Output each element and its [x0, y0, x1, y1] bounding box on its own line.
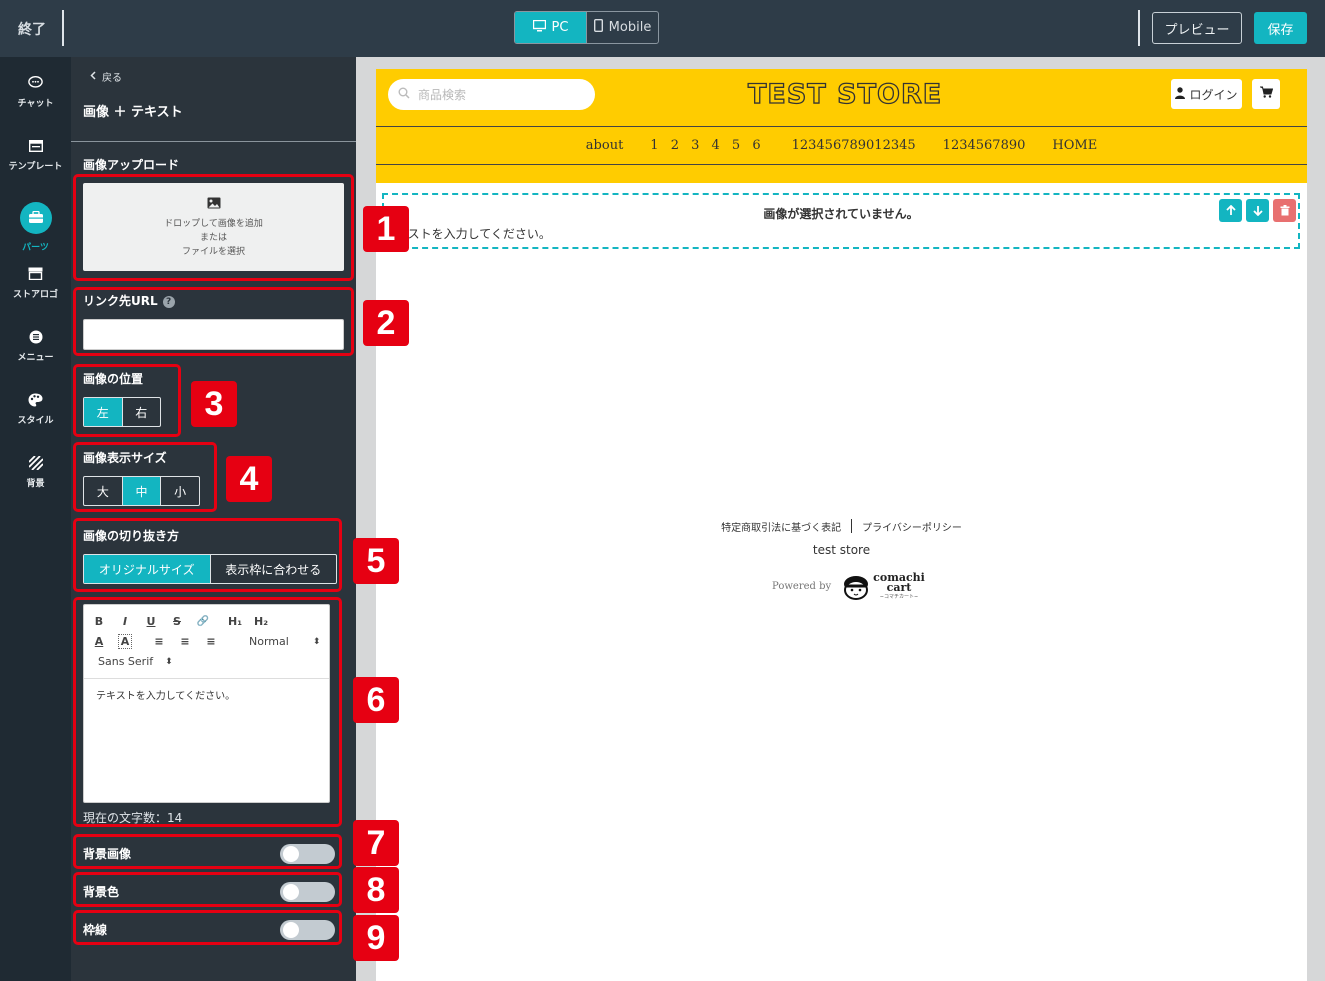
user-icon	[1175, 86, 1186, 102]
move-down-button[interactable]	[1246, 199, 1269, 222]
move-up-button[interactable]	[1219, 199, 1242, 222]
store-header: 商品検索 TEST STORE ログイン about 1 2 3 4 5 6 1…	[376, 69, 1307, 183]
rail-item-store-logo[interactable]: ストアロゴ	[0, 253, 71, 313]
nav-link-home[interactable]: HOME	[1052, 138, 1097, 153]
preview-button[interactable]: プレビュー	[1152, 12, 1242, 44]
nav-link-1234567890[interactable]: 1234567890	[943, 138, 1026, 153]
footer-store-name: test store	[812, 543, 871, 557]
callout-box-2	[73, 287, 354, 356]
callout-box-9	[73, 910, 342, 945]
callout-number-1: 1	[363, 206, 409, 252]
powered-by-label: Powered by	[772, 581, 832, 592]
device-mobile-label: Mobile	[608, 20, 652, 35]
logo-sub: ~コマチカート~	[879, 594, 919, 600]
save-button[interactable]: 保存	[1254, 12, 1307, 44]
store-nav: about 1 2 3 4 5 6 123456789012345 123456…	[376, 126, 1307, 164]
callout-number-7: 7	[353, 820, 399, 866]
panel-title: 画像 ＋ テキスト	[83, 105, 183, 120]
arrow-up-icon	[1225, 205, 1236, 215]
cart-button[interactable]	[1252, 79, 1280, 109]
monitor-icon	[532, 19, 546, 36]
nav-link-123456789012345[interactable]: 123456789012345	[792, 138, 916, 153]
parts-icon	[19, 201, 52, 234]
comachi-face-icon	[844, 575, 869, 600]
exit-button[interactable]: 終了	[0, 0, 64, 57]
arrow-down-icon	[1252, 206, 1263, 216]
store-icon	[28, 267, 44, 281]
rail-item-style[interactable]: スタイル	[0, 379, 71, 439]
callout-box-1	[73, 174, 354, 281]
template-icon	[28, 139, 44, 153]
device-mobile-button[interactable]: Mobile	[587, 12, 658, 43]
upload-label: 画像アップロード	[83, 158, 180, 172]
callout-box-4	[73, 442, 217, 512]
footer-link-tokusho[interactable]: 特定商取引法に基づく表記	[721, 519, 841, 534]
callout-box-7	[73, 834, 342, 869]
footer-link-privacy[interactable]: プライバシーポリシー	[862, 519, 962, 534]
footer-links: 特定商取引法に基づく表記 プライバシーポリシー	[376, 519, 1307, 534]
callout-number-8: 8	[353, 867, 399, 913]
comachi-logo: comachi cart ~コマチカート~	[841, 572, 925, 600]
callout-number-6: 6	[353, 677, 399, 723]
rail-item-menu[interactable]: メニュー	[0, 316, 71, 376]
rail-item-label: テンプレート	[8, 161, 63, 172]
rail-item-label: スタイル	[17, 415, 54, 426]
chat-icon	[28, 76, 44, 90]
cart-icon	[1259, 86, 1273, 102]
palette-icon	[28, 393, 44, 407]
device-pc-button[interactable]: PC	[515, 12, 587, 43]
rail-item-label: チャット	[17, 98, 54, 109]
back-label: 戻る	[102, 73, 122, 84]
rail-item-template[interactable]: テンプレート	[0, 125, 71, 185]
store-title: TEST STORE	[747, 78, 943, 110]
mobile-icon	[593, 18, 603, 36]
rail-item-label: パーツ	[22, 242, 49, 253]
store-search-input[interactable]: 商品検索	[388, 79, 595, 110]
preview-canvas: 商品検索 TEST STORE ログイン about 1 2 3 4 5 6 1…	[356, 57, 1325, 981]
callout-number-9: 9	[353, 915, 399, 961]
divider	[851, 519, 853, 533]
top-bar: 終了 PC Mobile プレビュー 保存	[0, 0, 1325, 57]
callout-number-2: 2	[363, 300, 409, 346]
callout-box-6	[73, 597, 342, 827]
nav-link-123456[interactable]: 1 2 3 4 5 6	[650, 138, 764, 153]
block-text: テキストを入力してください。	[384, 227, 551, 241]
rail-item-chat[interactable]: チャット	[0, 62, 71, 122]
divider	[1138, 10, 1140, 46]
menu-icon	[28, 330, 44, 344]
chevron-left-icon	[90, 70, 96, 83]
device-toggle: PC Mobile	[514, 11, 659, 44]
device-pc-label: PC	[551, 20, 569, 35]
left-rail: チャット テンプレート パーツ ストアロゴ メニュー スタイル 背景	[0, 57, 71, 981]
powered-by: Powered by comachi cart ~コマチカート~	[772, 572, 925, 600]
rail-item-label: 背景	[26, 478, 45, 489]
rail-item-label: ストアロゴ	[12, 289, 58, 300]
back-link[interactable]: 戻る	[90, 69, 122, 84]
login-label: ログイン	[1189, 87, 1238, 102]
background-icon	[28, 455, 44, 470]
no-image-message: 画像が選択されていません。	[763, 207, 919, 221]
rail-item-label: メニュー	[17, 352, 54, 363]
image-text-block[interactable]: 画像が選択されていません。 テキストを入力してください。	[382, 193, 1300, 249]
nav-link-about[interactable]: about	[586, 138, 624, 153]
store-page: 商品検索 TEST STORE ログイン about 1 2 3 4 5 6 1…	[376, 69, 1307, 981]
search-placeholder: 商品検索	[418, 88, 467, 102]
divider	[62, 10, 64, 46]
delete-button[interactable]	[1273, 199, 1296, 222]
rail-item-background[interactable]: 背景	[0, 442, 71, 502]
callout-box-3	[73, 364, 181, 437]
login-button[interactable]: ログイン	[1171, 79, 1242, 109]
divider	[71, 141, 356, 142]
callout-box-5	[73, 518, 342, 592]
callout-number-4: 4	[226, 456, 272, 502]
nav-border-bottom	[376, 164, 1307, 165]
logo-line2: cart	[886, 581, 912, 594]
callout-box-8	[73, 872, 342, 907]
callout-number-5: 5	[353, 538, 399, 584]
search-icon	[398, 87, 410, 102]
trash-icon	[1280, 205, 1289, 216]
callout-number-3: 3	[191, 381, 237, 427]
